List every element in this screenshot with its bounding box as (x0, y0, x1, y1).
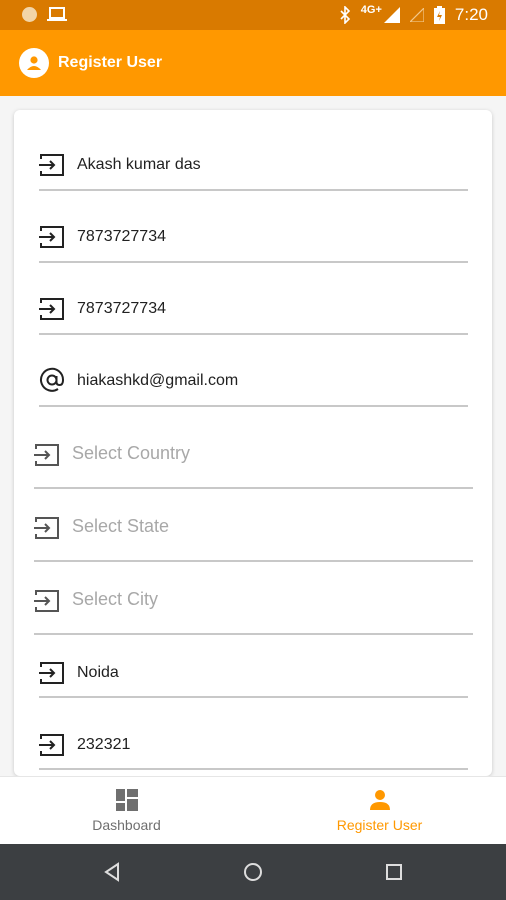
input-icon (39, 662, 64, 684)
battery-icon (433, 6, 445, 24)
app-bar: Register User (0, 30, 506, 96)
field-underline (39, 333, 468, 335)
registration-form-card: Akash kumar das 7873727734 7873727734 hi… (14, 110, 492, 776)
bottom-navigation: Dashboard Register User (0, 776, 506, 844)
alternate-mobile-value: 7873727734 (77, 300, 166, 317)
mobile-value: 7873727734 (77, 228, 166, 245)
field-underline (39, 189, 468, 191)
nav-register-user[interactable]: Register User (253, 777, 506, 845)
bluetooth-icon (340, 6, 350, 24)
at-sign-icon (40, 367, 65, 392)
field-underline (34, 560, 473, 562)
input-icon (39, 298, 64, 320)
input-icon (34, 517, 59, 539)
email-field[interactable]: hiakashkd@gmail.com (39, 366, 468, 436)
account-circle-icon (19, 48, 49, 78)
name-field[interactable]: Akash kumar das (39, 150, 468, 220)
home-icon[interactable] (241, 860, 265, 884)
address-value: Noida (77, 664, 119, 681)
country-placeholder: Select Country (72, 443, 191, 463)
signal-secondary-icon (409, 8, 424, 22)
input-icon (39, 154, 64, 176)
address-field[interactable]: Noida (39, 658, 468, 728)
field-underline (39, 696, 468, 698)
status-right-group: 4G+ 7:20 (339, 4, 488, 25)
alternate-mobile-field[interactable]: 7873727734 (39, 294, 468, 364)
input-icon (39, 226, 64, 248)
field-underline (39, 261, 468, 263)
recent-apps-icon[interactable] (382, 860, 406, 884)
page-title: Register User (58, 54, 163, 71)
input-icon (34, 590, 59, 612)
nav-dashboard-label: Dashboard (92, 817, 161, 833)
status-clock: 7:20 (454, 5, 488, 24)
state-select[interactable]: Select State (34, 513, 473, 583)
email-value: hiakashkd@gmail.com (77, 372, 239, 389)
name-value: Akash kumar das (77, 156, 201, 173)
city-select[interactable]: Select City (34, 586, 473, 656)
person-icon (369, 790, 390, 810)
status-left-group (22, 7, 67, 22)
nav-register-user-label: Register User (336, 817, 423, 833)
mobile-field[interactable]: 7873727734 (39, 222, 468, 292)
pincode-value: 232321 (77, 736, 131, 753)
network-type-label: 4G+ (360, 4, 382, 16)
laptop-icon (47, 7, 67, 21)
dashboard-icon (115, 789, 138, 811)
system-navigation-bar (0, 844, 506, 900)
nav-dashboard[interactable]: Dashboard (0, 777, 253, 845)
signal-icon (383, 7, 400, 23)
field-underline (34, 487, 473, 489)
input-icon (34, 444, 59, 466)
notification-dot-icon (22, 7, 37, 22)
status-bar: 4G+ 7:20 (0, 0, 506, 30)
input-icon (39, 734, 64, 756)
state-placeholder: Select State (72, 516, 170, 536)
city-placeholder: Select City (72, 589, 159, 609)
field-underline (39, 405, 468, 407)
country-select[interactable]: Select Country (34, 440, 473, 510)
back-icon[interactable] (100, 860, 124, 884)
field-underline (34, 633, 473, 635)
field-underline (39, 768, 468, 770)
pincode-field[interactable]: 232321 (39, 730, 468, 776)
